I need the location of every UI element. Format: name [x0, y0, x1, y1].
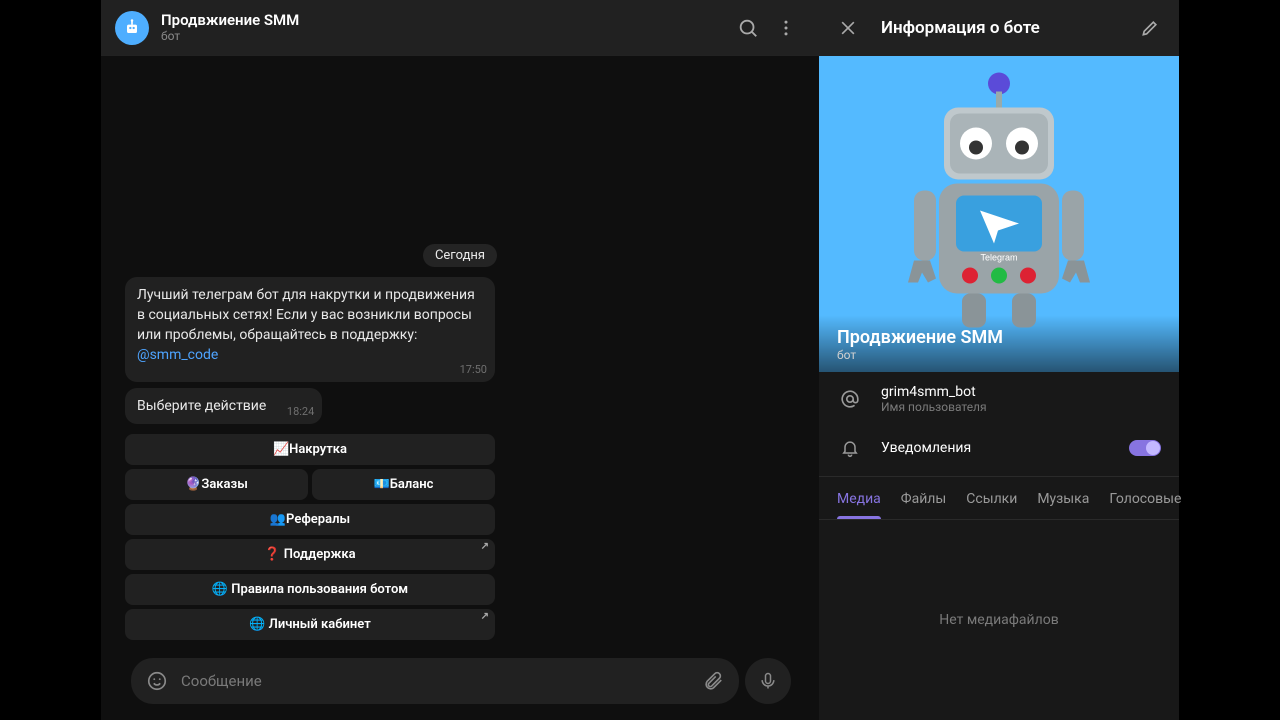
attach-icon[interactable] [699, 670, 727, 692]
kb-button-orders[interactable]: 🔮Заказы [125, 469, 308, 500]
tab-voice[interactable]: Голосовые [1099, 477, 1191, 519]
message-time: 17:50 [460, 362, 487, 378]
svg-text:Telegram: Telegram [980, 253, 1017, 263]
robot-illustration: Telegram [884, 66, 1114, 336]
emoji-icon[interactable] [143, 670, 171, 692]
close-icon[interactable] [829, 9, 867, 47]
chat-pane: Продвжиение SMM бот Сегодня Лучший телег… [101, 0, 819, 720]
notifications-toggle[interactable] [1129, 440, 1161, 456]
message-text: Лучший телеграм бот для накрутки и продв… [137, 287, 475, 344]
external-icon: ↗ [481, 541, 489, 552]
avatar[interactable] [115, 11, 149, 45]
kb-button-referrals[interactable]: 👥Рефералы [125, 504, 495, 535]
kb-button-support[interactable]: ❓ Поддержка↗ [125, 539, 495, 570]
voice-button[interactable] [745, 658, 791, 704]
external-icon: ↗ [481, 611, 489, 622]
reply-keyboard: 📈Накрутка 🔮Заказы 💶Баланс 👥Рефералы ❓ По… [125, 434, 495, 640]
media-tabs: Медиа Файлы Ссылки Музыка Голосовые [819, 476, 1179, 520]
tab-music[interactable]: Музыка [1027, 477, 1099, 519]
composer: Сообщение [125, 654, 795, 714]
info-panel: Информация о боте Telegram [819, 0, 1179, 720]
profile-hero[interactable]: Telegram Продвжиение SMM бот [819, 56, 1179, 372]
more-icon[interactable] [767, 9, 805, 47]
notifications-row[interactable]: Уведомления [819, 426, 1179, 470]
at-icon [837, 388, 863, 410]
message-bubble[interactable]: Лучший телеграм бот для накрутки и продв… [125, 277, 495, 382]
edit-icon[interactable] [1131, 9, 1169, 47]
username-value: grim4smm_bot [881, 384, 1161, 400]
kb-button-boost[interactable]: 📈Накрутка [125, 434, 495, 465]
chat-title-block[interactable]: Продвжиение SMM бот [161, 11, 729, 43]
info-panel-title: Информация о боте [881, 18, 1131, 38]
message-text: Выберите действие [137, 398, 266, 414]
media-empty-state: Нет медиафайлов [819, 520, 1179, 720]
username-label: Имя пользователя [881, 400, 1161, 414]
chat-subtitle: бот [161, 29, 729, 43]
kb-button-account[interactable]: 🌐 Личный кабинет↗ [125, 609, 495, 640]
mention-link[interactable]: @smm_code [137, 347, 218, 363]
info-header: Информация о боте [819, 0, 1179, 56]
kb-button-rules[interactable]: 🌐 Правила пользования ботом [125, 574, 495, 605]
tab-media[interactable]: Медиа [827, 477, 891, 519]
bell-icon [837, 438, 863, 458]
message-placeholder: Сообщение [181, 672, 699, 690]
chat-header: Продвжиение SMM бот [101, 0, 819, 56]
hero-subtitle: бот [837, 348, 1161, 362]
message-bubble[interactable]: Выберите действие 18:24 [125, 388, 322, 424]
app-left-gutter [0, 0, 101, 720]
app-right-gutter [1179, 0, 1280, 720]
chat-body: Сегодня Лучший телеграм бот для накрутки… [101, 56, 819, 720]
message-time: 18:24 [287, 404, 314, 420]
username-row[interactable]: grim4smm_bot Имя пользователя [819, 372, 1179, 426]
kb-button-balance[interactable]: 💶Баланс [312, 469, 495, 500]
search-icon[interactable] [729, 9, 767, 47]
notifications-label: Уведомления [881, 440, 1111, 456]
tab-links[interactable]: Ссылки [956, 477, 1027, 519]
message-input[interactable]: Сообщение [131, 658, 739, 704]
chat-title: Продвжиение SMM [161, 11, 729, 29]
date-separator: Сегодня [423, 244, 497, 267]
tab-files[interactable]: Файлы [891, 477, 956, 519]
